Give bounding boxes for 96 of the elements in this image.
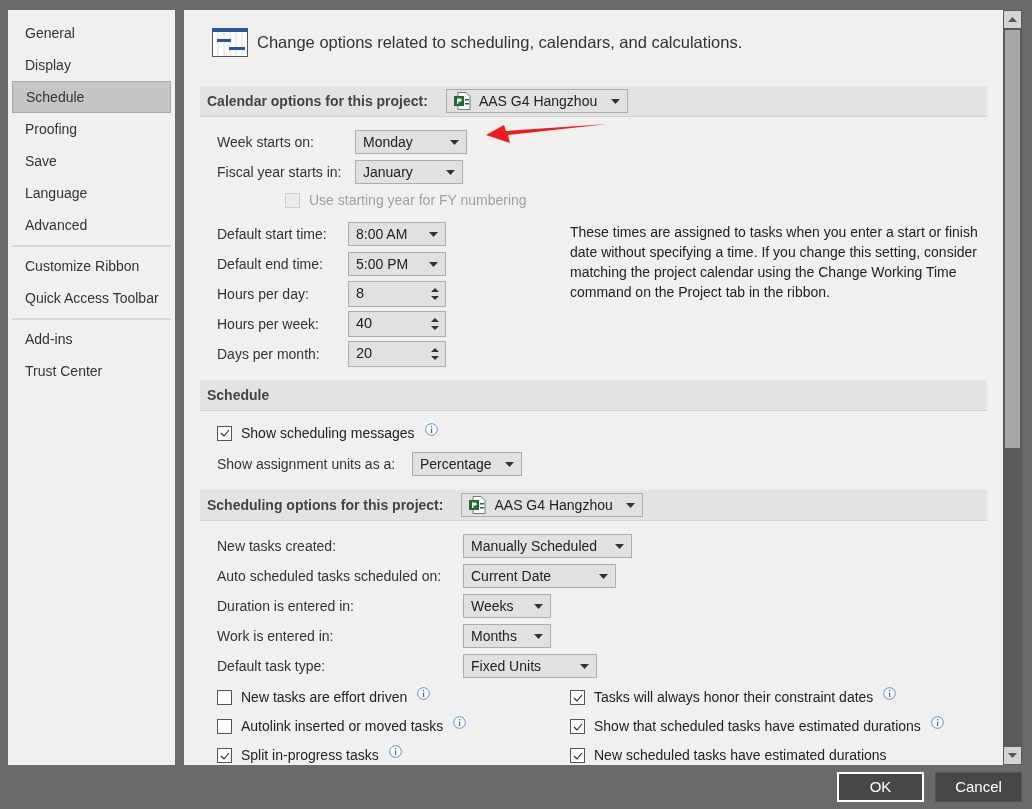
caret-icon: [429, 261, 438, 267]
section-title: Calendar options for this project:: [207, 91, 428, 111]
checkbox[interactable]: [570, 748, 585, 763]
caret-icon: [534, 633, 543, 639]
field-label: Hours per day:: [217, 284, 310, 304]
field-label: Week starts on:: [217, 132, 315, 152]
dropdown[interactable]: Fixed Units: [463, 654, 597, 678]
time-note: These times are assigned to tasks when you enter a start or finish date without specifying a time. If you change this setting, consider matching the project calendar using the Change Working Time command on the Project tab in the ribbon.: [570, 223, 979, 302]
section-title: Schedule: [207, 385, 270, 405]
info-icon: [453, 716, 467, 729]
sidebar-item[interactable]: Trust Center: [12, 355, 171, 387]
checkbox[interactable]: [217, 690, 232, 705]
checkbox-label: Use starting year for FY numbering: [309, 192, 527, 209]
dropdown[interactable]: AAS G4 Hangzhou: [461, 493, 644, 517]
checkbox-label: New scheduled tasks have estimated durations: [594, 747, 887, 764]
field-label: Work is entered in:: [217, 626, 335, 646]
project-file-icon: [469, 496, 487, 514]
caret-icon: [599, 573, 608, 579]
field-label: Default start time:: [217, 224, 328, 244]
checkbox[interactable]: [217, 425, 232, 441]
sidebar-item[interactable]: General: [12, 17, 171, 49]
dropdown[interactable]: Manually Scheduled: [463, 534, 632, 558]
dialog-button[interactable]: OK: [837, 772, 924, 802]
field-label: Auto scheduled tasks scheduled on:: [217, 566, 443, 586]
field-label: Default end time:: [217, 254, 324, 274]
checkbox-label: Tasks will always honor their constraint dates: [594, 689, 874, 706]
caret-icon: [580, 663, 589, 669]
dialog-button[interactable]: Cancel: [935, 772, 1022, 802]
checkbox[interactable]: [217, 748, 232, 763]
sidebar-item[interactable]: Customize Ribbon: [12, 250, 171, 282]
caret-icon: [505, 461, 514, 467]
field-label: Duration is entered in:: [217, 596, 355, 616]
up-arrow-icon: [1008, 17, 1017, 22]
scrollbar[interactable]: [1003, 10, 1022, 765]
caret-icon: [534, 603, 543, 609]
sidebar-item[interactable]: Quick Access Toolbar: [12, 282, 171, 314]
checkbox[interactable]: [570, 690, 585, 705]
caret-icon: [610, 98, 620, 104]
info-icon: [417, 687, 431, 700]
scroll-thumb[interactable]: [1005, 30, 1020, 448]
dropdown[interactable]: 8:00 AM: [348, 222, 446, 246]
field-label: Fiscal year starts in:: [217, 162, 343, 182]
check-icon: [572, 751, 583, 760]
sidebar-item[interactable]: Language: [12, 177, 171, 209]
checkbox-label: Split in-progress tasks: [241, 747, 379, 764]
sidebar-item[interactable]: Display: [12, 49, 171, 81]
spin-field[interactable]: 8: [348, 281, 446, 307]
dropdown[interactable]: Weeks: [463, 594, 551, 618]
sidebar-item[interactable]: Advanced: [12, 209, 171, 241]
sidebar-item[interactable]: Add-ins: [12, 323, 171, 355]
dropdown[interactable]: January: [355, 160, 463, 184]
checkbox[interactable]: [217, 719, 232, 734]
checkbox[interactable]: [570, 719, 585, 734]
down-arrow-icon: [1008, 753, 1017, 758]
caret-icon: [429, 231, 438, 237]
gantt-chart-icon: [212, 27, 248, 57]
caret-icon: [446, 169, 455, 175]
dropdown[interactable]: Percentage: [412, 452, 522, 476]
check-icon: [572, 722, 583, 731]
check-icon: [572, 693, 583, 702]
spin-arrows-icon: [431, 317, 439, 331]
check-icon: [219, 429, 230, 437]
caret-icon: [450, 139, 459, 145]
field-label: Show assignment units as a:: [217, 454, 397, 474]
page-heading: Change options related to scheduling, calendars, and calculations.: [257, 31, 743, 53]
info-icon: [883, 687, 897, 700]
sidebar-item[interactable]: Schedule: [12, 81, 171, 113]
checkbox-label: Show that scheduled tasks have estimated durations: [594, 718, 921, 735]
checkbox-label: New tasks are effort driven: [241, 689, 408, 706]
spin-arrows-icon: [431, 287, 439, 301]
dropdown[interactable]: AAS G4 Hangzhou: [445, 89, 628, 113]
section-title: Scheduling options for this project:: [207, 495, 444, 515]
project-file-icon: [453, 92, 471, 110]
info-icon: [424, 422, 438, 436]
sidebar-item[interactable]: Proofing: [12, 113, 171, 145]
scroll-up-button[interactable]: [1004, 11, 1021, 28]
spin-field[interactable]: 20: [348, 341, 446, 367]
dropdown[interactable]: Months: [463, 624, 551, 648]
check-icon: [219, 751, 230, 760]
dropdown[interactable]: 5:00 PM: [348, 252, 446, 276]
info-icon: [388, 745, 402, 758]
dropdown[interactable]: Monday: [355, 130, 467, 154]
field-label: Hours per week:: [217, 314, 320, 334]
spin-arrows-icon: [431, 347, 439, 361]
field-label: Days per month:: [217, 344, 321, 364]
checkbox-label: Autolink inserted or moved tasks: [241, 718, 444, 735]
field-label: Default task type:: [217, 656, 327, 676]
info-icon: [930, 716, 944, 729]
dropdown[interactable]: Current Date: [463, 564, 616, 588]
caret-icon: [615, 543, 624, 549]
caret-icon: [626, 502, 636, 508]
scroll-down-button[interactable]: [1004, 747, 1021, 764]
spin-field[interactable]: 40: [348, 311, 446, 337]
checkbox-label: Show scheduling messages: [241, 424, 415, 442]
sidebar-item[interactable]: Save: [12, 145, 171, 177]
field-label: New tasks created:: [217, 536, 338, 556]
